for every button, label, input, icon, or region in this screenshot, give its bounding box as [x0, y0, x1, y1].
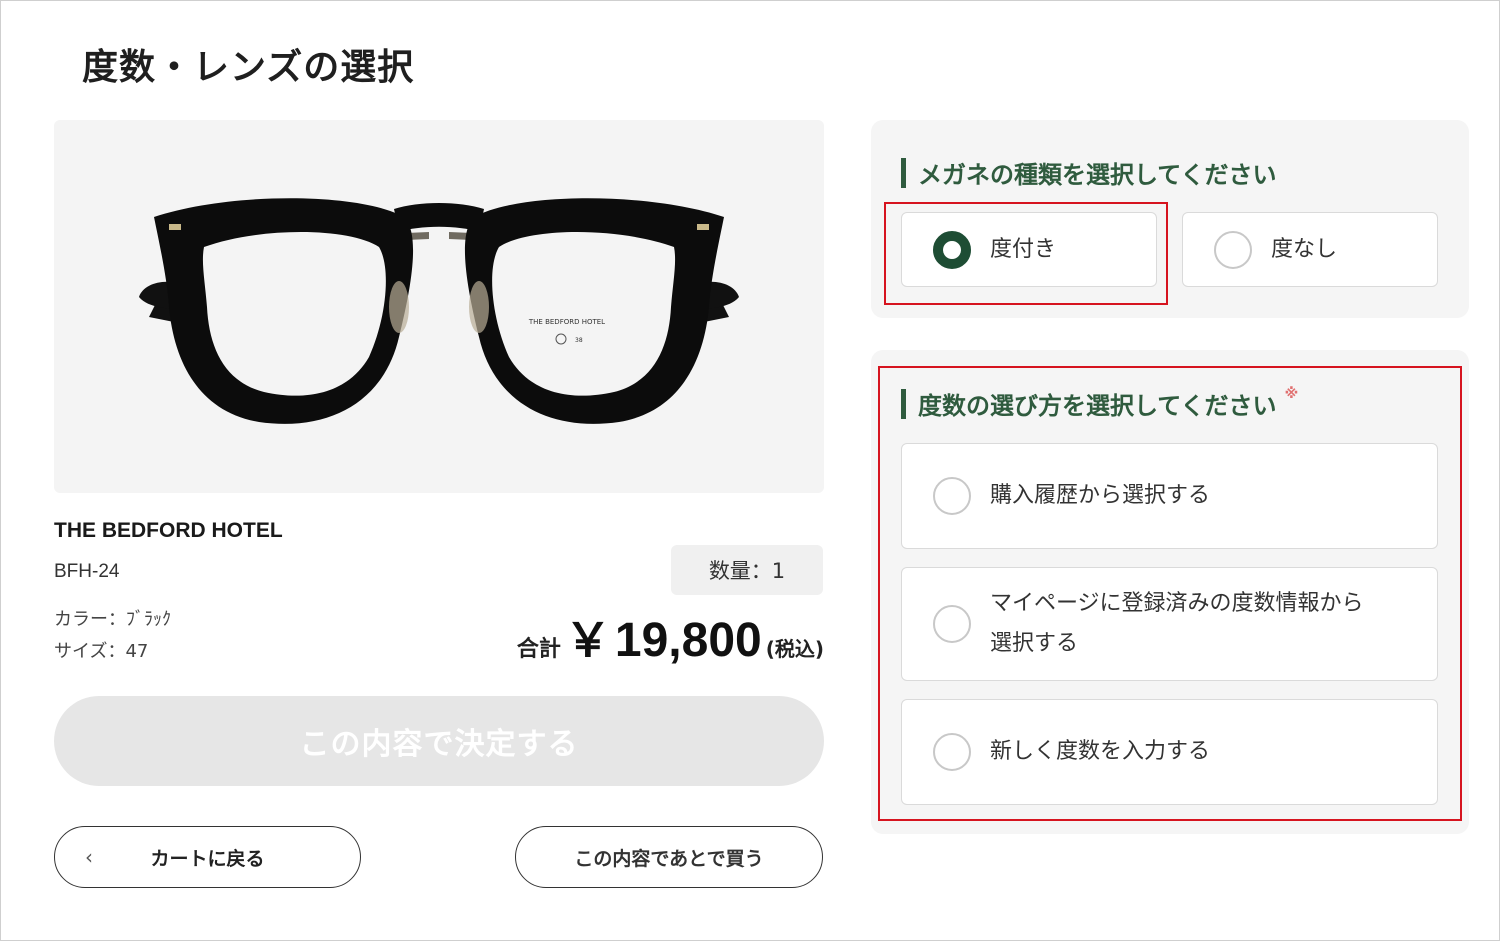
chevron-left-icon: ‹	[85, 845, 93, 869]
back-to-cart-button[interactable]: ‹ カートに戻る	[54, 826, 361, 888]
back-to-cart-label: カートに戻る	[150, 847, 265, 870]
currency-symbol: ￥	[564, 614, 611, 666]
highlight-box	[878, 366, 1462, 821]
glasses-image: THE BEDFORD HOTEL 38	[139, 197, 739, 424]
product-size: サイズ：47	[54, 641, 149, 662]
highlight-box	[884, 202, 1168, 305]
confirm-button[interactable]: この内容で決定する	[54, 696, 824, 786]
option-label: 度なし	[1271, 236, 1338, 262]
product-model: BFH-24	[54, 561, 120, 582]
page-title: 度数・レンズの選択	[82, 47, 415, 88]
product-image: THE BEDFORD HOTEL 38	[54, 120, 824, 493]
tax-note: (税込)	[765, 637, 824, 661]
buy-later-button[interactable]: この内容であとで買う	[515, 826, 823, 888]
total-amount: 19,800	[614, 614, 762, 667]
option-no-prescription[interactable]: 度なし	[1182, 212, 1438, 287]
glasses-type-heading-text: メガネの種類を選択してください	[918, 161, 1277, 189]
heading-accent-bar	[901, 157, 906, 188]
product-brand: THE BEDFORD HOTEL	[54, 519, 283, 542]
glasses-type-heading: メガネの種類を選択してください	[901, 155, 1277, 190]
quantity-badge: 数量：1	[671, 545, 823, 595]
total-price: 合計 ￥ 19,800 (税込)	[517, 604, 824, 670]
frame-mark: 38	[575, 337, 583, 344]
radio-icon[interactable]	[1214, 230, 1252, 269]
product-color: カラー：ﾌﾞﾗｯｸ	[54, 609, 171, 630]
frame-engraving: THE BEDFORD HOTEL	[528, 318, 605, 326]
total-label: 合計	[516, 637, 561, 662]
